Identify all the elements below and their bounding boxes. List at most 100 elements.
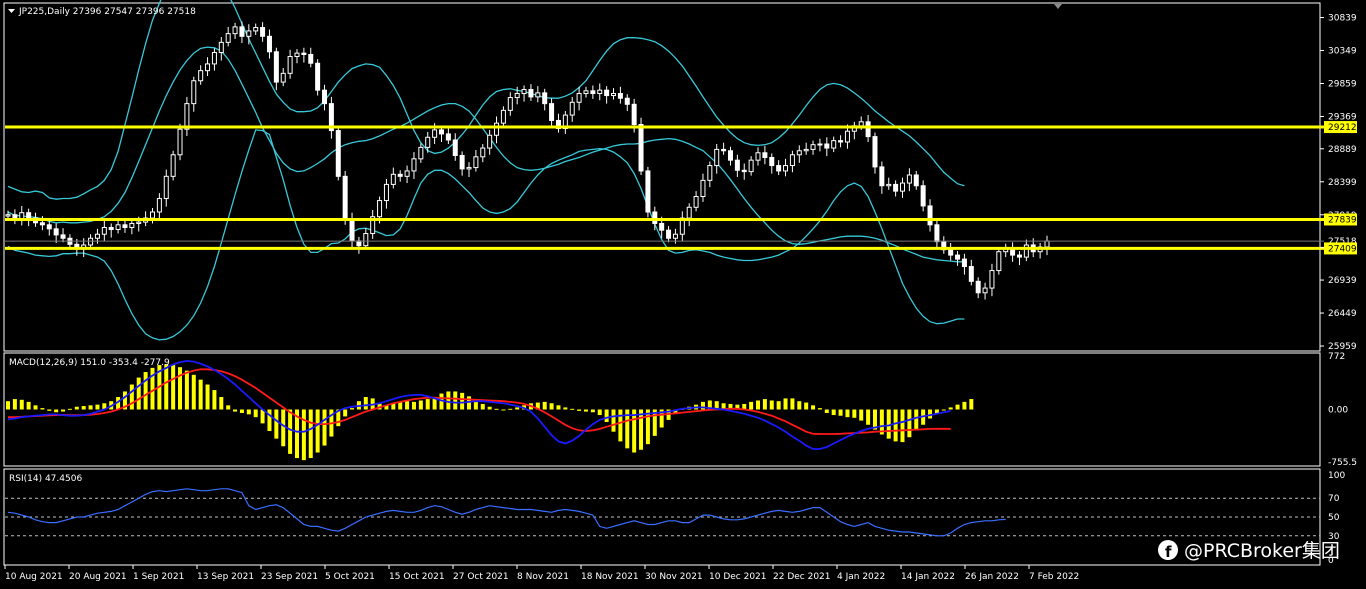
macd-histogram-bar bbox=[866, 409, 871, 425]
macd-histogram-bar bbox=[281, 409, 286, 447]
macd-histogram-bar bbox=[411, 401, 416, 410]
macd-histogram-bar bbox=[460, 392, 465, 410]
bear-candle bbox=[438, 129, 444, 135]
bull-candle bbox=[1044, 240, 1050, 248]
bear-candle bbox=[920, 185, 926, 207]
bear-candle bbox=[53, 228, 59, 236]
time-label: 22 Dec 2021 bbox=[773, 572, 831, 582]
macd-histogram-bar bbox=[639, 409, 644, 450]
bull-candle bbox=[831, 140, 837, 149]
macd-histogram-bar bbox=[343, 409, 348, 417]
macd-histogram-bar bbox=[19, 399, 24, 410]
macd-histogram-bar bbox=[446, 391, 451, 410]
bull-candle bbox=[521, 88, 527, 95]
bull-candle bbox=[686, 206, 692, 219]
bear-candle bbox=[26, 212, 32, 219]
bull-candle bbox=[906, 174, 912, 184]
macd-histogram-bar bbox=[577, 409, 582, 411]
macd-histogram-bar bbox=[776, 401, 781, 410]
bear-candle bbox=[913, 174, 919, 187]
bear-candle bbox=[604, 89, 610, 97]
rsi-header: RSI(14) 47.4506 bbox=[9, 474, 82, 484]
bear-candle bbox=[721, 148, 727, 152]
svg-text:f: f bbox=[1165, 543, 1172, 561]
bull-candle bbox=[693, 196, 699, 208]
bear-candle bbox=[122, 224, 128, 228]
level-tag-27839: 27839 bbox=[1328, 215, 1357, 225]
bull-candle bbox=[611, 93, 617, 97]
bull-candle bbox=[253, 27, 259, 32]
bear-candle bbox=[934, 224, 940, 243]
macd-histogram-bar bbox=[618, 409, 623, 442]
time-label: 10 Aug 2021 bbox=[5, 572, 63, 582]
macd-histogram-bar bbox=[136, 377, 141, 410]
time-label: 14 Jan 2022 bbox=[901, 572, 955, 582]
macd-histogram-bar bbox=[797, 401, 802, 410]
bull-candle bbox=[844, 130, 850, 143]
bear-candle bbox=[975, 280, 981, 294]
bull-candle bbox=[184, 103, 190, 130]
bull-candle bbox=[783, 165, 789, 172]
bull-candle bbox=[149, 211, 155, 219]
bear-candle bbox=[762, 152, 768, 158]
rsi-tick-label: 70 bbox=[1328, 494, 1340, 504]
bear-candle bbox=[46, 224, 52, 230]
bull-candle bbox=[383, 183, 389, 202]
bear-candle bbox=[727, 150, 733, 161]
macd-histogram-bar bbox=[542, 401, 547, 410]
price-tick-label: 26449 bbox=[1328, 309, 1357, 319]
macd-histogram-bar bbox=[274, 409, 279, 439]
bull-candle bbox=[700, 179, 706, 198]
macd-histogram-bar bbox=[143, 372, 148, 410]
bear-candle bbox=[638, 123, 644, 172]
macd-histogram-bar bbox=[494, 408, 499, 410]
bull-candle bbox=[280, 72, 286, 83]
bear-candle bbox=[652, 211, 658, 224]
bear-candle bbox=[322, 89, 328, 105]
bear-candle bbox=[342, 175, 348, 220]
macd-histogram-bar bbox=[749, 401, 754, 410]
macd-histogram-bar bbox=[363, 397, 368, 410]
bull-candle bbox=[390, 173, 396, 185]
bull-candle bbox=[94, 233, 100, 239]
time-label: 10 Dec 2021 bbox=[709, 572, 767, 582]
time-label: 20 Aug 2021 bbox=[69, 572, 127, 582]
bear-candle bbox=[741, 169, 747, 173]
bull-candle bbox=[225, 33, 231, 43]
time-label: 27 Oct 2021 bbox=[453, 572, 509, 582]
macd-histogram-bar bbox=[6, 401, 10, 410]
macd-histogram-bar bbox=[962, 401, 967, 410]
bull-candle bbox=[432, 129, 438, 138]
macd-histogram-bar bbox=[597, 409, 602, 416]
bear-candle bbox=[108, 226, 114, 231]
macd-histogram-bar bbox=[40, 408, 45, 410]
macd-histogram-bar bbox=[315, 409, 320, 453]
bull-candle bbox=[177, 128, 183, 156]
bear-candle bbox=[872, 136, 878, 168]
bear-candle bbox=[549, 103, 555, 121]
bull-candle bbox=[494, 122, 500, 136]
bull-candle bbox=[129, 222, 135, 228]
macd-histogram-bar bbox=[288, 409, 293, 454]
macd-histogram-bar bbox=[301, 409, 306, 461]
bear-candle bbox=[948, 249, 954, 256]
bull-candle bbox=[163, 175, 169, 200]
bear-candle bbox=[308, 53, 314, 64]
bull-candle bbox=[817, 143, 823, 146]
macd-histogram-bar bbox=[308, 409, 313, 459]
price-tick-label: 26939 bbox=[1328, 276, 1357, 286]
watermark-text: @PRCBroker集团 bbox=[1184, 540, 1340, 562]
price-tick-label: 29859 bbox=[1328, 79, 1357, 89]
bull-candle bbox=[569, 101, 575, 116]
time-label: 30 Nov 2021 bbox=[645, 572, 703, 582]
bull-candle bbox=[886, 183, 892, 187]
bear-candle bbox=[349, 218, 355, 242]
trading-chart[interactable]: 3083930349298592936928889283992791927419… bbox=[0, 0, 1366, 589]
bull-candle bbox=[294, 52, 300, 58]
bull-candle bbox=[487, 134, 493, 149]
bull-candle bbox=[789, 154, 795, 167]
macd-histogram-bar bbox=[831, 409, 836, 416]
bull-candle bbox=[156, 198, 162, 213]
macd-histogram-bar bbox=[253, 409, 258, 418]
bear-candle bbox=[528, 88, 534, 98]
